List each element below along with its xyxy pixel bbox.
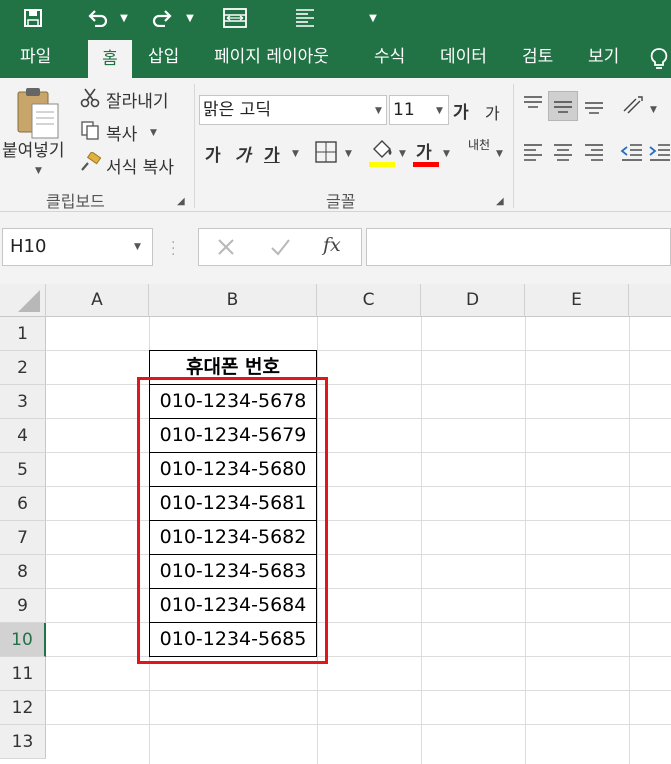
name-box-dropdown-icon[interactable]: ▼	[134, 242, 141, 252]
save-icon[interactable]	[18, 0, 48, 36]
gridline	[46, 350, 671, 351]
row-header[interactable]: 13	[0, 725, 46, 759]
align-middle-icon[interactable]	[548, 91, 578, 121]
tab-formulas[interactable]: 수식	[374, 36, 405, 78]
orientation-dropdown-icon[interactable]: ▼	[650, 105, 657, 115]
ribbon-home: 붙여넣기 ▼ 잘라내기 복사 ▼ 서식 복사 클립보드 ◢ 맑은 고딕 ▼ 11…	[0, 78, 671, 212]
grow-font-button[interactable]: 가	[453, 98, 469, 123]
redo-dropdown-icon[interactable]: ▼	[182, 0, 198, 36]
row-header-selected[interactable]: 10	[0, 623, 46, 657]
title-bar: ▼ ▼ ▼	[0, 0, 671, 36]
row-header[interactable]: 4	[0, 419, 46, 453]
font-size-dropdown-icon[interactable]: ▼	[436, 106, 443, 116]
row-header[interactable]: 5	[0, 453, 46, 487]
worksheet-grid: A B C D E 1 2 3 4 5 6 7 8 9 10 11 12 13 …	[0, 284, 671, 764]
font-name-box[interactable]: 맑은 고딕	[199, 95, 387, 125]
cancel-icon[interactable]	[215, 236, 237, 262]
format-painter-icon[interactable]	[80, 150, 102, 177]
font-group-label: 글꼴	[326, 192, 356, 211]
gridline	[46, 690, 671, 691]
orientation-icon[interactable]	[622, 95, 646, 122]
increase-indent-icon[interactable]	[648, 142, 671, 169]
font-color-button[interactable]: 가	[416, 138, 432, 163]
copy-icon[interactable]	[80, 120, 100, 145]
borders-dropdown-icon[interactable]: ▼	[345, 149, 352, 159]
underline-button[interactable]: 가	[264, 141, 280, 166]
tab-review[interactable]: 검토	[522, 36, 553, 78]
copy-button[interactable]: 복사	[106, 120, 137, 145]
italic-button[interactable]: 가	[235, 141, 251, 166]
column-header-f[interactable]	[629, 284, 671, 317]
row-header[interactable]: 9	[0, 589, 46, 623]
clipboard-launcher-icon[interactable]: ◢	[177, 196, 185, 207]
row-header[interactable]: 11	[0, 657, 46, 691]
row-header[interactable]: 7	[0, 521, 46, 555]
paste-dropdown-icon[interactable]: ▼	[35, 166, 42, 176]
clipboard-group-label: 클립보드	[46, 192, 105, 211]
fill-color-swatch	[369, 162, 395, 167]
tab-data[interactable]: 데이터	[440, 36, 487, 78]
shrink-font-button[interactable]: 가	[485, 100, 500, 124]
align-top-icon[interactable]	[522, 94, 544, 121]
tab-view[interactable]: 보기	[588, 36, 619, 78]
customize-qat-icon[interactable]: ▼	[364, 0, 382, 36]
copy-dropdown-icon[interactable]: ▼	[150, 128, 157, 138]
borders-icon[interactable]	[315, 141, 337, 168]
bold-button[interactable]: 가	[205, 141, 221, 166]
phonetic-dropdown-icon[interactable]: ▼	[496, 149, 503, 159]
undo-dropdown-icon[interactable]: ▼	[116, 0, 132, 36]
format-painter-button[interactable]: 서식 복사	[106, 153, 174, 178]
phonetic-button[interactable]: 내천	[467, 139, 491, 151]
tab-page-layout[interactable]: 페이지 레이아웃	[214, 36, 329, 78]
column-header-a[interactable]: A	[46, 284, 149, 317]
row-header[interactable]: 2	[0, 351, 46, 385]
font-color-dropdown-icon[interactable]: ▼	[443, 149, 450, 159]
align-bottom-icon[interactable]	[583, 94, 605, 121]
red-highlight-box	[137, 377, 328, 664]
align-center-icon[interactable]	[552, 142, 574, 169]
fit-width-icon[interactable]	[222, 0, 248, 36]
row-header[interactable]: 3	[0, 385, 46, 419]
tab-insert[interactable]: 삽입	[148, 36, 179, 78]
redo-icon[interactable]	[148, 0, 176, 36]
font-color-swatch	[413, 162, 439, 167]
formula-bar: H10 ▼ · · · fx	[0, 212, 671, 284]
align-right-icon[interactable]	[583, 142, 605, 169]
ribbon-divider	[194, 84, 195, 208]
formula-input[interactable]	[366, 228, 671, 266]
underline-dropdown-icon[interactable]: ▼	[292, 149, 299, 159]
tab-home[interactable]: 홈	[88, 40, 132, 78]
ribbon-tabs: 파일 홈 삽입 페이지 레이아웃 수식 데이터 검토 보기	[0, 36, 671, 78]
font-name-dropdown-icon[interactable]: ▼	[375, 106, 382, 116]
formula-bar-grip-icon: · · ·	[171, 235, 176, 263]
enter-icon[interactable]	[269, 236, 291, 262]
name-box[interactable]: H10	[2, 228, 153, 266]
column-header-d[interactable]: D	[421, 284, 525, 317]
column-header-e[interactable]: E	[525, 284, 629, 317]
lightbulb-icon[interactable]	[648, 40, 670, 78]
column-header-b[interactable]: B	[149, 284, 317, 317]
align-lines-icon[interactable]	[292, 0, 318, 36]
row-header[interactable]: 6	[0, 487, 46, 521]
formula-buttons: fx	[198, 228, 362, 266]
insert-function-icon[interactable]: fx	[323, 234, 341, 256]
cut-icon[interactable]	[80, 88, 100, 113]
align-left-icon[interactable]	[522, 142, 544, 169]
column-header-c[interactable]: C	[317, 284, 421, 317]
gridline	[46, 724, 671, 725]
tab-file[interactable]: 파일	[20, 36, 51, 78]
ribbon-divider	[513, 84, 514, 208]
decrease-indent-icon[interactable]	[620, 142, 644, 169]
cut-button[interactable]: 잘라내기	[106, 87, 169, 112]
select-all-corner[interactable]	[0, 284, 46, 317]
fill-color-dropdown-icon[interactable]: ▼	[399, 149, 406, 159]
font-launcher-icon[interactable]: ◢	[496, 196, 504, 207]
undo-icon[interactable]	[84, 0, 112, 36]
row-header[interactable]: 12	[0, 691, 46, 725]
row-header[interactable]: 1	[0, 317, 46, 351]
paste-button[interactable]: 붙여넣기	[2, 136, 65, 161]
row-header[interactable]: 8	[0, 555, 46, 589]
